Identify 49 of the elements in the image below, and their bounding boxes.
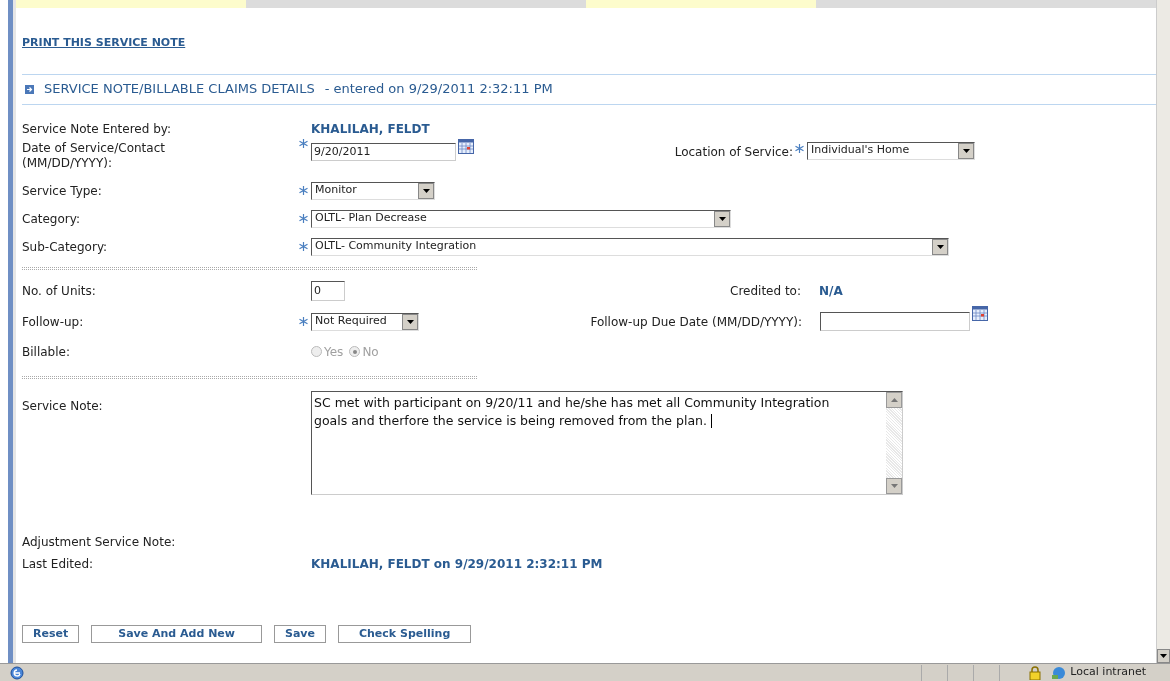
- field-label: Adjustment Service Note:: [22, 533, 177, 551]
- dropdown-arrow-icon: [962, 148, 970, 153]
- field-label: Category:: [22, 210, 81, 228]
- service-note-text: SC met with participant on 9/20/11 and he/she has met all Community Integration goals and therfore the service is being removed from the plan.: [313, 393, 831, 430]
- due-date-field[interactable]: [820, 312, 970, 331]
- scroll-up-icon[interactable]: [890, 397, 898, 402]
- dropdown-arrow-icon: [718, 216, 726, 221]
- field-label: Service Type:: [22, 182, 103, 200]
- form-button[interactable]: Save And Add New: [91, 624, 262, 643]
- credited-value: N/A: [819, 282, 844, 300]
- date-field[interactable]: 9/20/2011: [311, 142, 456, 161]
- calendar-icon[interactable]: [458, 138, 474, 154]
- last-edited-value: KHALILAH, FELDT on 9/29/2011 2:32:11 PM: [311, 555, 603, 573]
- form-button[interactable]: Save: [274, 624, 326, 643]
- sub-category-select[interactable]: OLTL- Community Integration: [311, 237, 949, 256]
- calendar-icon[interactable]: [972, 305, 988, 321]
- expand-icon[interactable]: [25, 84, 34, 94]
- field-label: Credited to:: [730, 282, 802, 300]
- section-subtitle: - entered on 9/29/2011 2:32:11 PM: [324, 80, 553, 99]
- section-title: SERVICE NOTE/BILLABLE CLAIMS DETAILS: [44, 80, 315, 99]
- field-label: Last Edited:: [22, 555, 95, 573]
- field-label: Billable:: [22, 343, 71, 361]
- lock-icon: [1029, 665, 1042, 680]
- field-label: No. of Units:: [22, 282, 97, 300]
- dropdown-arrow-icon: [406, 319, 414, 324]
- follow-up-select[interactable]: Not Required: [311, 312, 419, 331]
- field-label: Service Note:: [22, 397, 104, 415]
- form-button[interactable]: Check Spelling: [337, 624, 472, 643]
- field-label: Service Note Entered by:: [22, 120, 173, 138]
- category-select[interactable]: OLTL- Plan Decrease: [311, 209, 731, 228]
- dropdown-arrow-icon: [422, 188, 430, 193]
- service-type-select[interactable]: Monitor: [311, 181, 435, 200]
- field-label: Follow-up:: [22, 313, 85, 331]
- network-icon: [1051, 665, 1068, 680]
- dropdown-arrow-icon: [936, 244, 944, 249]
- print-link[interactable]: PRINT THIS SERVICE NOTE: [22, 36, 186, 49]
- scroll-down-icon[interactable]: [1160, 654, 1167, 658]
- form-button[interactable]: Reset: [22, 624, 80, 643]
- location-select[interactable]: Individual's Home: [807, 141, 975, 160]
- service-note-textarea[interactable]: SC met with participant on 9/20/11 and he/she has met all Community Integration goals and therfore the service is being removed from the plan.: [311, 390, 903, 495]
- field-label: Sub-Category:: [22, 238, 109, 256]
- scrollbar[interactable]: [1156, 0, 1170, 663]
- zone-label: Local intranet: [1069, 664, 1147, 681]
- entered-by-value: KHALILAH, FELDT: [311, 120, 430, 138]
- field-label: Date of Service/Contact (MM/DD/YYYY):: [22, 139, 166, 171]
- field-label: Location of Service:: [674, 143, 793, 161]
- field-label: Follow-up Due Date (MM/DD/YYYY):: [590, 313, 803, 331]
- units-field[interactable]: 0: [311, 280, 345, 301]
- browser-icon: [10, 665, 24, 680]
